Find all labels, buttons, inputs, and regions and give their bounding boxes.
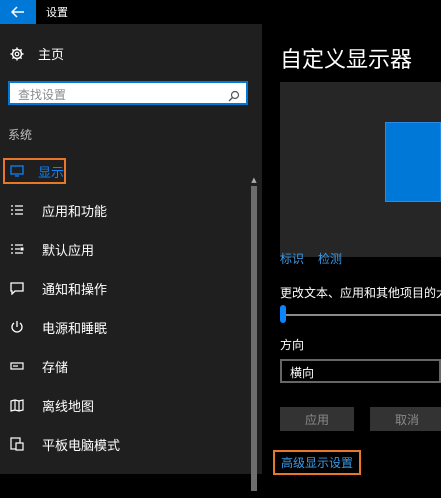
orientation-select[interactable]: 横向 <box>280 359 441 383</box>
advanced-display-settings-link[interactable]: 高级显示设置 <box>273 450 362 475</box>
scale-slider-thumb[interactable] <box>280 305 286 323</box>
page-title: 自定义显示器 <box>280 48 413 73</box>
home-label: 主页 <box>38 48 65 63</box>
title-bar: 设置 <box>0 0 441 24</box>
cancel-button[interactable]: 取消 <box>370 407 441 431</box>
sidebar-item-notifications[interactable]: 通知和操作 <box>0 275 250 301</box>
sidebar-scrollbar[interactable]: ▲ <box>250 176 258 498</box>
default-apps-icon <box>8 240 26 258</box>
sidebar-item-power-sleep[interactable]: 电源和睡眠 <box>0 314 250 340</box>
sidebar-item-storage[interactable]: 存储 <box>0 353 250 379</box>
scale-slider-track[interactable] <box>280 314 441 316</box>
sidebar-item-label: 显示 <box>38 165 65 181</box>
detect-link[interactable]: 检测 <box>318 252 342 266</box>
tablet-mode-icon <box>8 435 26 453</box>
power-icon <box>8 318 26 336</box>
sidebar-item-tablet-mode[interactable]: 平板电脑模式 <box>0 431 250 457</box>
window-title: 设置 <box>46 6 68 19</box>
sidebar-item-label: 默认应用 <box>42 243 95 259</box>
sidebar-item-default-apps[interactable]: 默认应用 <box>0 236 250 262</box>
storage-icon <box>8 357 26 375</box>
sidebar: 主页 查找设置 系统 显示 应用和功能 默认应用 通知和操作 电源和睡眠 存储 … <box>0 24 262 491</box>
preview-links: 标识 检测 <box>280 250 356 267</box>
sidebar-item-label: 电源和睡眠 <box>42 321 108 337</box>
scroll-up-icon[interactable]: ▲ <box>250 176 258 184</box>
sidebar-item-label: 应用和功能 <box>42 204 108 220</box>
search-icon <box>228 87 240 106</box>
scroll-thumb[interactable] <box>251 186 257 491</box>
sidebar-item-label: 通知和操作 <box>42 282 108 298</box>
scale-label: 更改文本、应用和其他项目的大小 <box>280 286 441 300</box>
monitor-tile[interactable] <box>385 122 441 202</box>
main-panel: 自定义显示器 标识检测 更改文本、应用和其他项目的大小 方向 横向 应用 取消 … <box>262 24 441 475</box>
home-link[interactable]: 主页 <box>8 44 64 63</box>
apply-button[interactable]: 应用 <box>280 407 354 431</box>
identify-link[interactable]: 标识 <box>280 252 304 266</box>
sidebar-item-apps-features[interactable]: 应用和功能 <box>0 197 250 223</box>
sidebar-item-offline-maps[interactable]: 离线地图 <box>0 392 250 418</box>
search-placeholder: 查找设置 <box>18 88 67 102</box>
back-arrow-icon <box>11 6 24 18</box>
sidebar-item-display[interactable]: 显示 <box>3 158 66 184</box>
notification-icon <box>8 279 26 297</box>
list-icon <box>8 201 26 219</box>
section-label: 系统 <box>8 128 33 142</box>
map-icon <box>8 396 26 414</box>
sidebar-item-label: 存储 <box>42 360 69 376</box>
orientation-value: 横向 <box>290 366 315 380</box>
monitor-icon <box>8 162 26 180</box>
display-preview <box>280 82 441 257</box>
gear-icon <box>8 45 26 63</box>
search-input[interactable]: 查找设置 <box>8 81 248 105</box>
back-button[interactable] <box>0 0 36 24</box>
sidebar-item-label: 平板电脑模式 <box>42 438 121 454</box>
orientation-label: 方向 <box>280 338 305 352</box>
sidebar-item-label: 离线地图 <box>42 399 95 415</box>
